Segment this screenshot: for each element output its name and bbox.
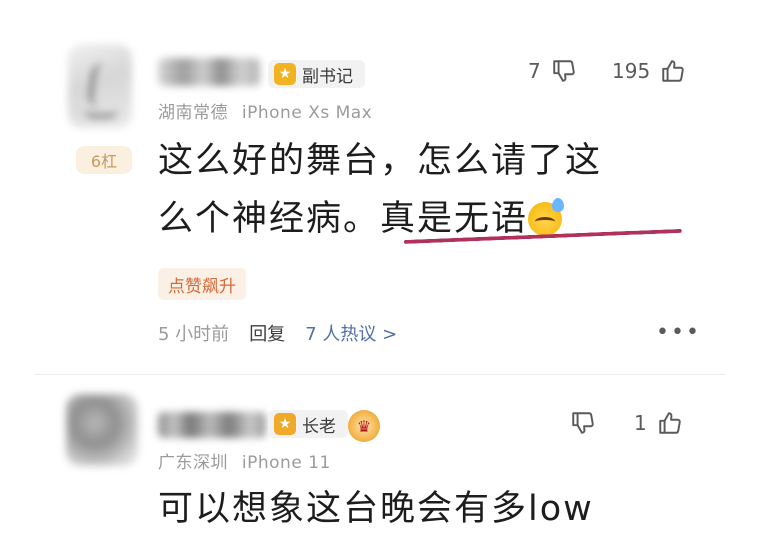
like-button[interactable]: 195 (612, 58, 686, 84)
avatar[interactable] (68, 44, 132, 128)
thumbs-up-icon (659, 412, 681, 434)
like-count: 1 (634, 411, 647, 435)
comment-text: 可以想象这台晚会有多low (158, 489, 594, 529)
sweat-sad-face-icon (528, 198, 565, 236)
reply-button[interactable]: 回复 (249, 320, 285, 346)
location: 广东深圳 (158, 453, 228, 473)
dislike-button[interactable] (570, 410, 596, 436)
comment-text-part: 真是无语 (380, 199, 529, 239)
username-blurred[interactable] (158, 412, 266, 438)
crest-icon: ♛ (348, 410, 380, 442)
dislike-count: 7 (528, 59, 541, 83)
hot-tag: 点赞飙升 (158, 268, 246, 300)
comment-text-line: 这么好的舞台，怎么请了这 (158, 141, 603, 181)
like-button[interactable]: 1 (634, 410, 683, 436)
badge-label: 长老 (302, 416, 336, 437)
badge-label: 副书记 (302, 66, 353, 87)
location: 湖南常德 (158, 103, 228, 123)
view-replies-link[interactable]: 7 人热议 > (305, 320, 397, 346)
star-shield-icon: ★ (274, 413, 296, 435)
comment-footer: 5 小时前 回复 7 人热议 > (158, 320, 397, 346)
comment-meta: 湖南常德 iPhone Xs Max (158, 98, 372, 123)
divider (34, 374, 726, 375)
device: iPhone 11 (241, 453, 331, 473)
user-rank-badge: ★ 副书记 (268, 60, 365, 88)
device: iPhone Xs Max (241, 103, 373, 123)
star-shield-icon: ★ (274, 63, 296, 85)
avatar[interactable] (66, 394, 138, 466)
comment-text-part: 么个神经病。 (158, 199, 381, 239)
username-blurred[interactable] (158, 58, 260, 86)
timestamp: 5 小时前 (158, 324, 230, 345)
comment-text: 这么好的舞台，怎么请了这 么个神经病。真是无语 (158, 132, 678, 248)
thumbs-up-icon (662, 60, 684, 82)
dislike-button[interactable]: 7 (528, 58, 577, 84)
avatar-scribble (84, 100, 118, 118)
like-count: 195 (612, 59, 651, 83)
thumbs-down-icon (572, 412, 594, 434)
more-options-icon[interactable]: ••• (656, 320, 701, 345)
comment-meta: 广东深圳 iPhone 11 (158, 448, 331, 473)
thumbs-down-icon (553, 60, 575, 82)
user-rank-badge: ★ 长老 (268, 410, 348, 438)
floor-tag: 6杠 (76, 146, 132, 174)
